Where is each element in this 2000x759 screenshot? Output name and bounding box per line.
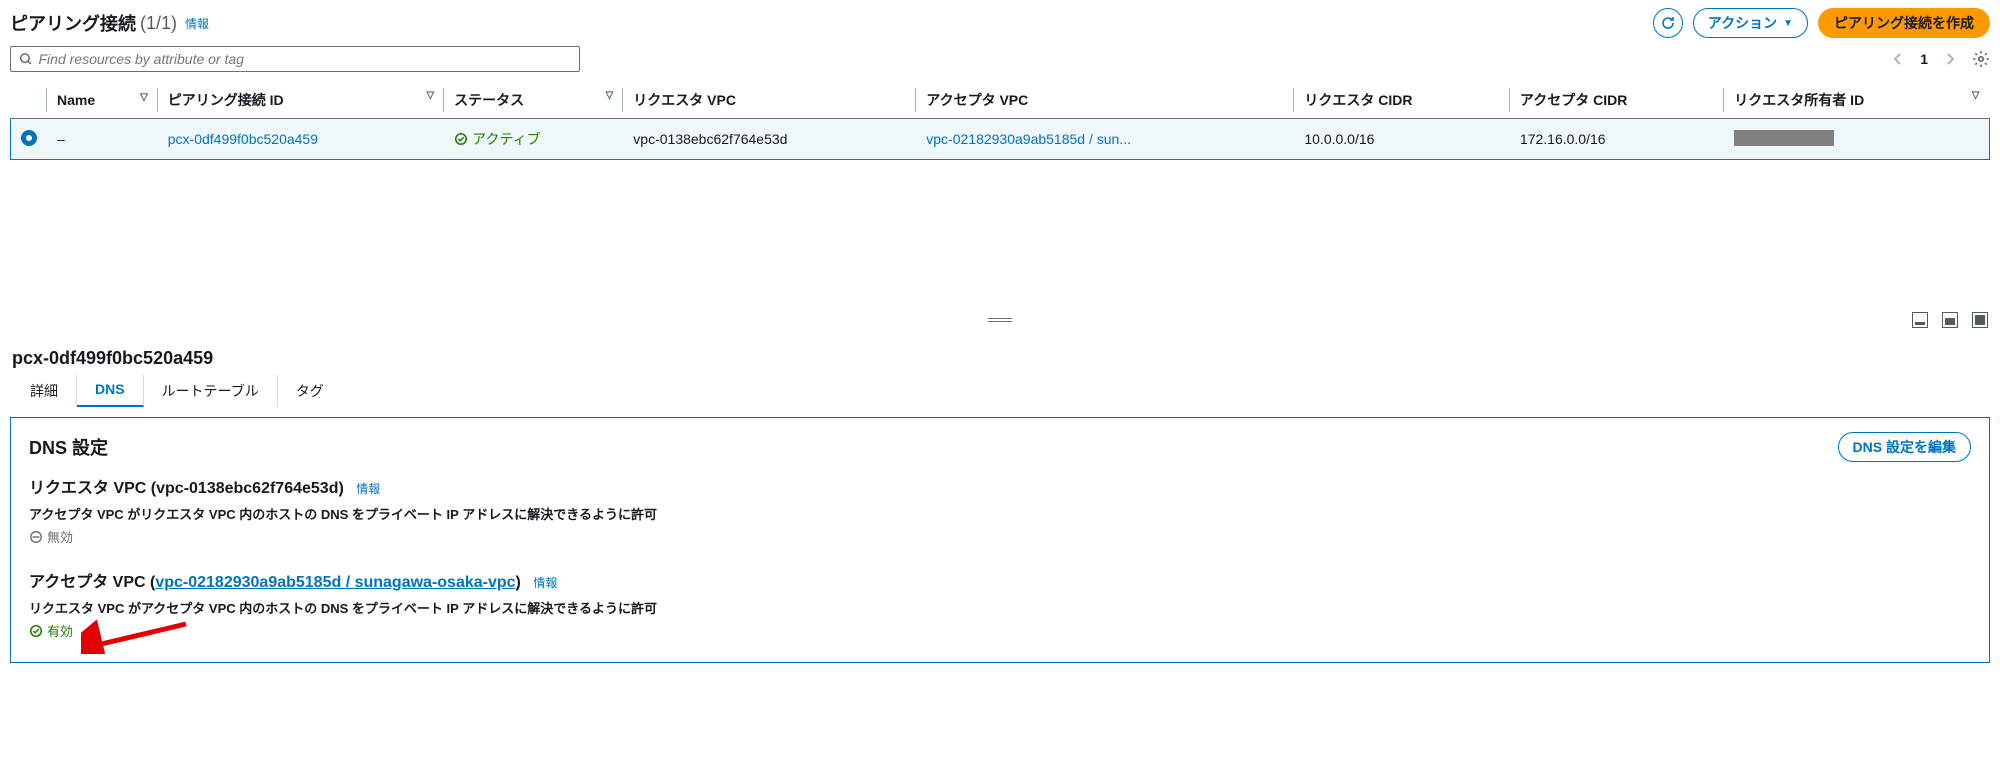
col-req-vpc[interactable]: リクエスタ VPC: [623, 82, 916, 119]
page-prev[interactable]: [1890, 51, 1906, 67]
sort-icon: ▽: [606, 90, 614, 101]
requester-desc: アクセプタ VPC がリクエスタ VPC 内のホストの DNS をプライベート …: [29, 504, 1971, 523]
sort-icon: ▽: [426, 90, 434, 101]
col-req-cidr[interactable]: リクエスタ CIDR: [1294, 82, 1510, 119]
layout-full-icon[interactable]: [1972, 312, 1988, 328]
cell-req-vpc: vpc-0138ebc62f764e53d: [623, 119, 916, 160]
col-req-owner[interactable]: リクエスタ所有者 ID▽: [1724, 82, 1989, 119]
refresh-button[interactable]: [1653, 8, 1683, 38]
tab-tags[interactable]: タグ: [278, 375, 342, 407]
accepter-vpc-prefix: アクセプタ VPC (: [29, 574, 155, 591]
page-next[interactable]: [1942, 51, 1958, 67]
splitter-handle[interactable]: [988, 318, 1012, 322]
col-acc-cidr[interactable]: アクセプタ CIDR: [1510, 82, 1724, 119]
requester-status-disabled: 無効: [29, 527, 1971, 546]
info-link-accepter[interactable]: 情報: [533, 576, 557, 590]
cell-pcx-link[interactable]: pcx-0df499f0bc520a459: [168, 131, 318, 147]
table-row[interactable]: – pcx-0df499f0bc520a459 アクティブ vpc-0138eb…: [11, 119, 1990, 160]
caret-down-icon: ▼: [1783, 18, 1793, 29]
cell-acc-vpc-link[interactable]: vpc-02182930a9ab5185d / sun...: [926, 131, 1131, 147]
gear-icon: [1972, 50, 1990, 68]
info-link-requester[interactable]: 情報: [356, 482, 380, 496]
cell-status: アクティブ: [454, 131, 540, 147]
cell-name: –: [47, 119, 158, 160]
sort-icon: ▽: [1972, 90, 1980, 101]
tab-detail[interactable]: 詳細: [12, 375, 77, 407]
col-name[interactable]: Name▽: [47, 82, 158, 119]
detail-tabs: 詳細 DNS ルートテーブル タグ: [0, 375, 2000, 407]
actions-button[interactable]: アクション ▼: [1693, 8, 1808, 38]
dns-panel: DNS 設定 DNS 設定を編集 リクエスタ VPC (vpc-0138ebc6…: [10, 417, 1990, 663]
disabled-icon: [29, 530, 43, 544]
layout-bottom-icon[interactable]: [1912, 312, 1928, 328]
accepter-vpc-suffix: ): [516, 574, 521, 591]
tab-routetable[interactable]: ルートテーブル: [144, 375, 278, 407]
cell-req-cidr: 10.0.0.0/16: [1294, 119, 1510, 160]
actions-label: アクション: [1708, 13, 1777, 33]
create-peering-button[interactable]: ピアリング接続を作成: [1818, 8, 1990, 38]
layout-half-icon[interactable]: [1942, 312, 1958, 328]
refresh-icon: [1660, 15, 1676, 31]
page-title: ピアリング接続: [10, 10, 136, 36]
col-status[interactable]: ステータス▽: [444, 82, 623, 119]
settings-button[interactable]: [1972, 50, 1990, 68]
page-count: (1/1): [140, 13, 177, 34]
col-acc-vpc[interactable]: アクセプタ VPC: [916, 82, 1294, 119]
search-icon: [19, 52, 33, 66]
cell-req-owner-redacted: [1734, 130, 1834, 146]
page-number: 1: [1920, 51, 1928, 67]
col-pcx[interactable]: ピアリング接続 ID▽: [158, 82, 444, 119]
dns-panel-title: DNS 設定: [29, 434, 108, 460]
accepter-status-enabled: 有効: [29, 621, 1971, 640]
accepter-desc: リクエスタ VPC がアクセプタ VPC 内のホストの DNS をプライベート …: [29, 598, 1971, 617]
peering-table: Name▽ ピアリング接続 ID▽ ステータス▽ リクエスタ VPC アクセプタ…: [10, 82, 1990, 160]
tab-dns[interactable]: DNS: [77, 375, 144, 407]
enabled-icon: [29, 624, 43, 638]
sort-icon: ▽: [140, 92, 148, 103]
edit-dns-button[interactable]: DNS 設定を編集: [1838, 432, 1971, 462]
requester-vpc-label: リクエスタ VPC (vpc-0138ebc62f764e53d): [29, 480, 344, 497]
info-link-header[interactable]: 情報: [185, 15, 209, 32]
search-input[interactable]: [39, 51, 572, 67]
row-radio[interactable]: [21, 130, 37, 146]
search-box[interactable]: [10, 46, 580, 72]
detail-title: pcx-0df499f0bc520a459: [0, 340, 2000, 375]
accepter-vpc-link[interactable]: vpc-02182930a9ab5185d / sunagawa-osaka-v…: [155, 574, 515, 591]
cell-acc-cidr: 172.16.0.0/16: [1510, 119, 1724, 160]
